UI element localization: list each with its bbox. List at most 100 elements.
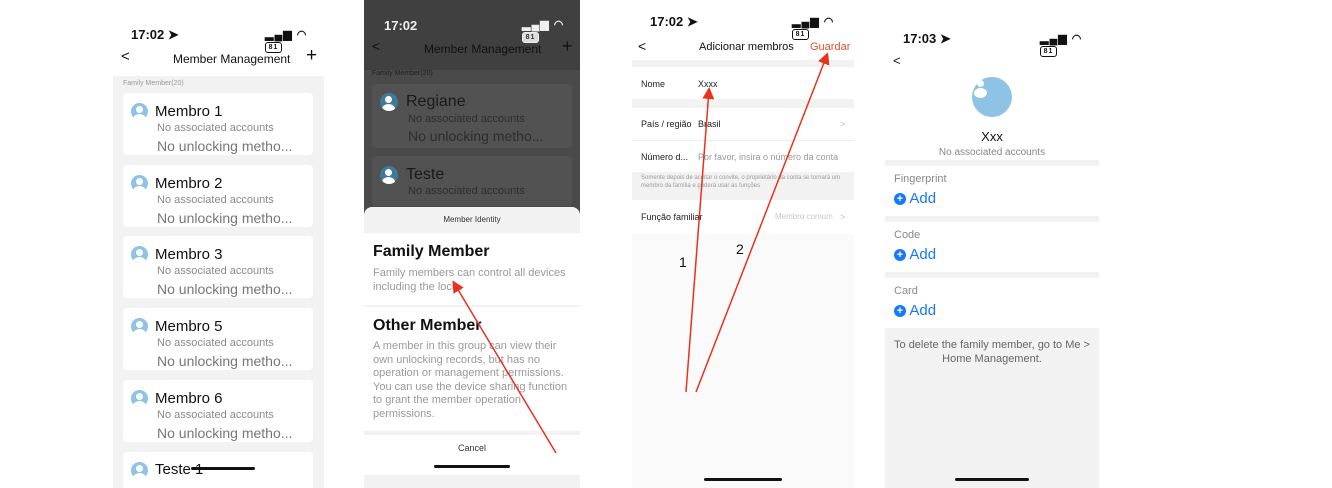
status-icons: ▂▄▆ ◠ 81 (792, 15, 854, 40)
country-row[interactable]: País / região Brasil > (632, 108, 854, 140)
chevron-right-icon: > (840, 212, 846, 222)
battery-icon: 81 (792, 28, 809, 40)
member-card-dim-2 (372, 156, 572, 206)
identity-sheet: Member Identity Family Member Family mem… (364, 207, 580, 488)
role-value: Membro comum (775, 212, 833, 221)
option-title: Other Member (373, 317, 482, 334)
member-name: Membro 6 (155, 390, 223, 407)
add-fingerprint-button[interactable]: + Add (894, 190, 936, 207)
option-description: A member in this group can view their ow… (373, 340, 568, 420)
status-time: 17:02 ➤ (650, 14, 698, 29)
avatar-icon (131, 462, 148, 479)
signal-wifi-icon: ▂▄▆ ◠ (522, 19, 565, 31)
signal-wifi-icon: ▂▄▆ ◠ (265, 29, 308, 41)
member-card-1[interactable]: Membro 1 No associated accounts No unloc… (123, 93, 313, 155)
page-title: Member Management (173, 52, 291, 66)
number-row[interactable]: Número d... Por favor, insira o número d… (632, 140, 854, 172)
member-card-partial[interactable]: Teste 1 (123, 452, 313, 488)
home-indicator (955, 478, 1029, 481)
member-accounts: No associated accounts (408, 113, 525, 125)
back-button[interactable]: < (372, 38, 380, 54)
add-member-button[interactable]: + (562, 36, 573, 57)
member-accounts: No associated accounts (157, 337, 274, 349)
member-name: Regiane (406, 93, 466, 110)
member-accounts: No associated accounts (157, 194, 274, 206)
member-card-2[interactable]: Membro 2 No associated accounts No unloc… (123, 165, 313, 227)
status-time: 17:02 ➤ (131, 27, 179, 42)
member-card-5[interactable]: Membro 6 No associated accounts No unloc… (123, 380, 313, 442)
save-button[interactable]: Guardar (810, 41, 850, 53)
home-indicator (434, 465, 510, 468)
name-field[interactable]: Xxxx (698, 79, 718, 89)
code-section: Code + Add (885, 222, 1099, 272)
back-button[interactable]: < (638, 38, 646, 54)
status-icons: ▂▄▆ ◠ 81 (1040, 32, 1099, 57)
avatar-icon (131, 390, 148, 407)
back-button[interactable]: < (121, 48, 130, 65)
screen-member-identity: 17:02 ▂▄▆ ◠ 81 < Member Management + Fam… (364, 0, 580, 488)
annotation-number-2: 2 (736, 241, 744, 257)
member-name: Xxx (981, 129, 1003, 144)
member-card-4[interactable]: Membro 5 No associated accounts No unloc… (123, 308, 313, 370)
member-unlocking: No unlocking metho... (157, 138, 293, 154)
name-row[interactable]: Nome Xxxx (632, 67, 854, 99)
fingerprint-label: Fingerprint (894, 173, 947, 185)
page-title: Member Management (424, 42, 542, 56)
add-label: Add (909, 302, 937, 319)
member-name: Membro 2 (155, 175, 223, 192)
member-accounts: No associated accounts (408, 185, 525, 197)
section-label: Family Member(20) (123, 80, 184, 87)
back-button[interactable]: < (893, 53, 901, 68)
member-accounts: No associated accounts (157, 122, 274, 134)
add-circle-icon: + (894, 305, 906, 318)
battery-icon: 81 (1040, 45, 1057, 57)
number-label: Número d... (641, 152, 689, 162)
signal-wifi-icon: ▂▄▆ ◠ (792, 16, 835, 28)
cancel-label: Cancel (457, 443, 486, 453)
member-unlocking: No unlocking metho... (157, 281, 293, 297)
section-label: Family Member(20) (372, 70, 433, 77)
delete-note: To delete the family member, go to Me > … (894, 339, 1090, 365)
member-name: Membro 1 (155, 103, 223, 120)
member-accounts: No associated accounts (938, 147, 1046, 158)
member-name: Membro 3 (155, 246, 223, 263)
option-title: Family Member (373, 243, 490, 260)
avatar-icon (380, 93, 398, 111)
page-title: Adicionar membros (699, 41, 794, 53)
add-member-button[interactable]: + (306, 45, 317, 67)
avatar-icon (131, 246, 148, 263)
add-circle-icon: + (894, 193, 906, 206)
option-other-member[interactable]: Other Member A member in this group can … (364, 307, 580, 431)
member-accounts: No associated accounts (157, 409, 274, 421)
home-indicator (704, 478, 782, 481)
member-name: Teste (406, 166, 445, 183)
member-name: Membro 5 (155, 318, 223, 335)
card-label: Card (894, 285, 918, 297)
avatar-icon (380, 166, 398, 184)
home-indicator (191, 467, 255, 470)
member-unlocking: No unlocking metho... (157, 210, 293, 226)
avatar-icon (131, 175, 148, 192)
invite-note: Somente depois de aceitar o convite, o p… (641, 175, 841, 189)
sheet-title: Member Identity (443, 215, 501, 224)
option-description: Family members can control all devices i… (373, 267, 566, 293)
add-circle-icon: + (894, 249, 906, 262)
add-label: Add (909, 246, 937, 263)
member-unlocking: No unlocking metho... (408, 128, 544, 144)
role-row[interactable]: Função familiar Membro comum > (632, 200, 854, 234)
avatar-icon (972, 77, 1012, 117)
empty-area (632, 234, 854, 488)
add-code-button[interactable]: + Add (894, 246, 936, 263)
cancel-button[interactable]: Cancel (364, 435, 580, 475)
role-label: Função familiar (641, 212, 703, 222)
add-card-button[interactable]: + Add (894, 302, 936, 319)
add-label: Add (909, 190, 937, 207)
screen-member-list: 17:02 ➤ ▂▄▆ ◠ 81 < Member Management + F… (113, 0, 324, 488)
annotation-number-1: 1 (679, 254, 687, 270)
option-family-member[interactable]: Family Member Family members can control… (364, 233, 580, 305)
member-card-3[interactable]: Membro 3 No associated accounts No unloc… (123, 236, 313, 298)
member-accounts: No associated accounts (157, 265, 274, 277)
account-number-input[interactable]: Por favor, insira o número da conta (698, 152, 838, 162)
screen-member-detail: 17:03 ➤ ▂▄▆ ◠ 81 < Xxx No associated acc… (885, 0, 1099, 488)
fingerprint-section: Fingerprint + Add (885, 166, 1099, 216)
